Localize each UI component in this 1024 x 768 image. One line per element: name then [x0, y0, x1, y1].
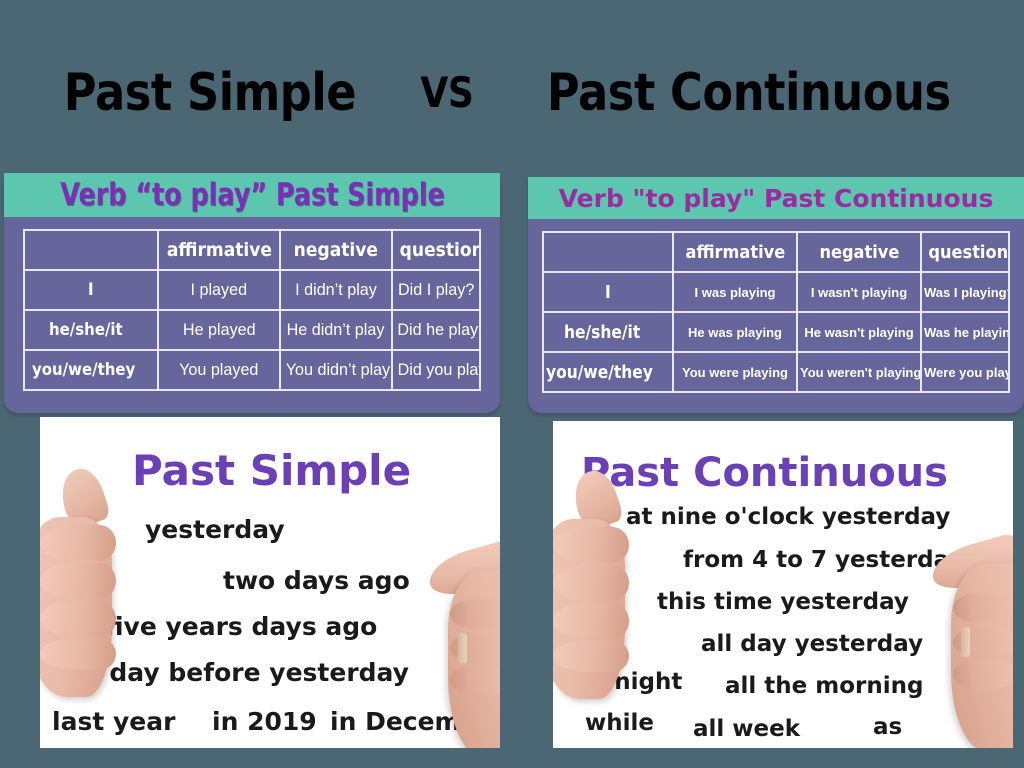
row-pronoun-i: I [544, 273, 674, 313]
table-header-row: affirmative negative question [544, 233, 1008, 273]
thumb [54, 463, 112, 531]
time-expressions-card-past-continuous: Past Continuous at nine o'clock yesterda… [553, 421, 1013, 748]
cell-negative-i: I didn’t play [281, 271, 393, 311]
table-row: you/we/they You were playing You weren't… [544, 353, 1008, 391]
time-expression: all the morning [725, 673, 924, 699]
knuckle [450, 665, 500, 695]
cell-affirmative-i: I was playing [674, 273, 798, 313]
conjugation-panel-past-continuous: Verb "to play" Past Continuous affirmati… [528, 177, 1024, 413]
palm [951, 563, 1013, 748]
knuckle [450, 633, 500, 663]
time-expression: in 2019 [212, 707, 317, 736]
card-title-past-continuous: Past Continuous [581, 450, 948, 496]
knuckle [953, 593, 1013, 623]
table-row: I I played I didn’t play Did I play? [25, 271, 479, 311]
finger [40, 525, 116, 561]
column-header-affirmative: affirmative [159, 231, 281, 271]
cell-affirmative-he: He was playing [674, 313, 798, 353]
cell-question-he: Was he playing? [922, 313, 1008, 353]
ring [961, 627, 970, 657]
cell-question-he: Did he play? [393, 311, 479, 351]
time-expression: last year [52, 707, 176, 736]
table-row: he/she/it He was playing He wasn't playi… [544, 313, 1008, 353]
panel-header-title: Verb "to play" Past Continuous [558, 183, 994, 213]
finger [553, 527, 629, 563]
row-pronoun-you-we-they: you/we/they [544, 353, 674, 391]
time-expression: from 4 to 7 yesterday [683, 547, 964, 573]
row-pronoun-he-she-it: he/she/it [25, 311, 159, 351]
cell-affirmative-you: You played [159, 351, 281, 389]
time-expression: this time yesterday [657, 589, 909, 615]
time-expression: all day yesterday [701, 631, 924, 657]
index-finger [424, 536, 500, 604]
time-expressions-card-past-simple: Past Simple yesterday two days ago five … [40, 417, 500, 748]
cell-question-i: Did I play? [393, 271, 479, 311]
knuckle [953, 627, 1013, 657]
table-row: he/she/it He played He didn’t play Did h… [25, 311, 479, 351]
cell-negative-you: You weren't playing [798, 353, 922, 391]
panel-header-title: Verb “to play” Past Simple [59, 176, 445, 213]
table-row: I I was playing I wasn't playing Was I p… [544, 273, 1008, 313]
cell-affirmative-i: I played [159, 271, 281, 311]
time-expression: five years days ago [105, 612, 378, 641]
time-expression: the day before yesterday [54, 658, 409, 687]
table-corner-cell [544, 233, 674, 273]
cell-question-you: Did you play? [397, 360, 479, 379]
column-header-question: question [393, 231, 479, 271]
time-expression: while [585, 710, 654, 736]
cell-negative-he: He didn’t play [281, 311, 393, 351]
time-expression: yesterday [145, 515, 285, 544]
time-expression: all week [693, 716, 801, 742]
conjugation-table-past-continuous: affirmative negative question I I was pl… [542, 231, 1010, 393]
row-pronoun-he-she-it: he/she/it [544, 313, 674, 353]
ring [458, 633, 467, 663]
finger [553, 603, 629, 639]
time-expression: all night [575, 669, 683, 695]
page-title: Past Simple VS Past Continuous [0, 58, 1024, 128]
column-header-affirmative: affirmative [674, 233, 798, 273]
row-pronoun-i: I [25, 271, 159, 311]
cell-question-you: Were you playing? [924, 364, 1008, 380]
time-expression: at nine o'clock yesterday [626, 504, 951, 530]
cell-negative-i: I wasn't playing [798, 273, 922, 313]
time-expression: in December [330, 707, 500, 736]
cell-question-i: Was I playing? [922, 273, 1008, 313]
panel-header-past-continuous: Verb "to play" Past Continuous [528, 177, 1024, 219]
cell-affirmative-you: You were playing [674, 353, 798, 391]
conjugation-table-past-simple: affirmative negative question I I played… [23, 229, 481, 391]
knuckle [450, 599, 500, 629]
column-header-negative: negative [798, 233, 922, 273]
column-header-negative: negative [281, 231, 393, 271]
knuckle [953, 659, 1013, 689]
conjugation-panel-past-simple: Verb “to play” Past Simple affirmative n… [4, 173, 500, 413]
infographic-page: Past Simple VS Past Continuous Verb “to … [0, 0, 1024, 768]
card-title-past-simple: Past Simple [132, 446, 412, 495]
cell-affirmative-he: He played [159, 311, 281, 351]
cell-negative-you: You didn’t play [281, 351, 393, 389]
finger [553, 565, 629, 601]
title-vs: VS [420, 68, 475, 117]
table-row: you/we/they You played You didn’t play D… [25, 351, 479, 389]
column-header-question: question [922, 233, 1008, 273]
time-expression: two days ago [223, 566, 410, 595]
table-header-row: affirmative negative question [25, 231, 479, 271]
time-expression: as [873, 714, 903, 740]
row-pronoun-you-we-they: you/we/they [25, 351, 159, 389]
title-past-simple: Past Simple [64, 63, 357, 123]
table-corner-cell [25, 231, 159, 271]
cell-negative-he: He wasn't playing [798, 313, 922, 353]
finger [553, 640, 629, 672]
title-past-continuous: Past Continuous [546, 63, 951, 123]
finger [40, 563, 116, 599]
panel-header-past-simple: Verb “to play” Past Simple [4, 173, 500, 217]
